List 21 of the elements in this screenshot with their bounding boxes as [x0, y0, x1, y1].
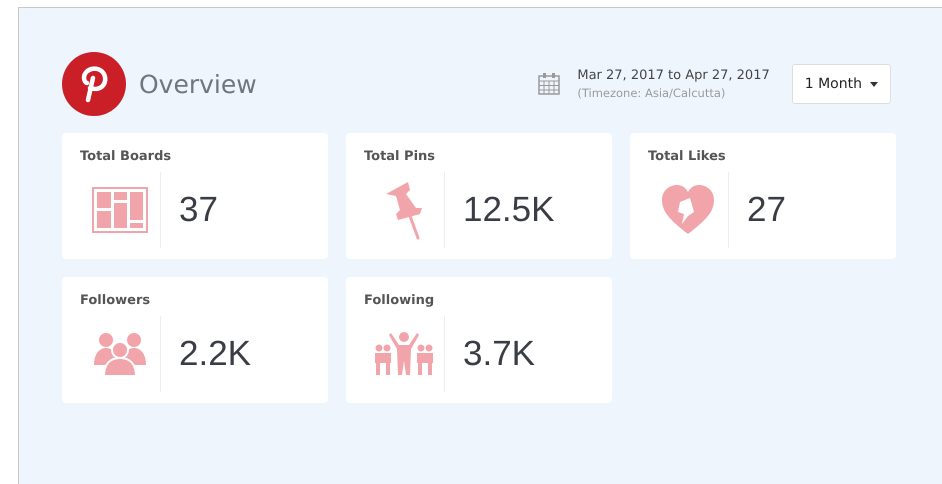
stat-label: Total Pins	[364, 149, 436, 164]
stat-label: Followers	[80, 293, 152, 308]
timezone-label: (Timezone: Asia/Calcutta)	[577, 86, 726, 100]
stat-value: 12.5K	[463, 190, 554, 230]
group-icon	[92, 331, 148, 377]
calendar-icon	[537, 72, 562, 96]
pinterest-logo-icon	[62, 52, 126, 116]
stat-label: Total Boards	[80, 149, 172, 164]
heart-pin-icon	[660, 184, 716, 236]
crowd-icon	[373, 331, 435, 377]
date-range: Mar 27, 2017 to Apr 27, 2017	[577, 68, 770, 83]
period-dropdown[interactable]: 1 Month	[792, 64, 891, 104]
stat-label: Following	[364, 293, 436, 308]
stat-value: 3.7K	[463, 334, 535, 374]
stat-value: 37	[179, 190, 218, 230]
stat-label: Total Likes	[648, 149, 727, 164]
board-grid-icon	[92, 187, 148, 233]
stat-value: 27	[747, 190, 786, 230]
caret-icon	[870, 82, 878, 86]
page-title: Overview	[139, 70, 257, 98]
stat-value: 2.2K	[179, 334, 251, 374]
